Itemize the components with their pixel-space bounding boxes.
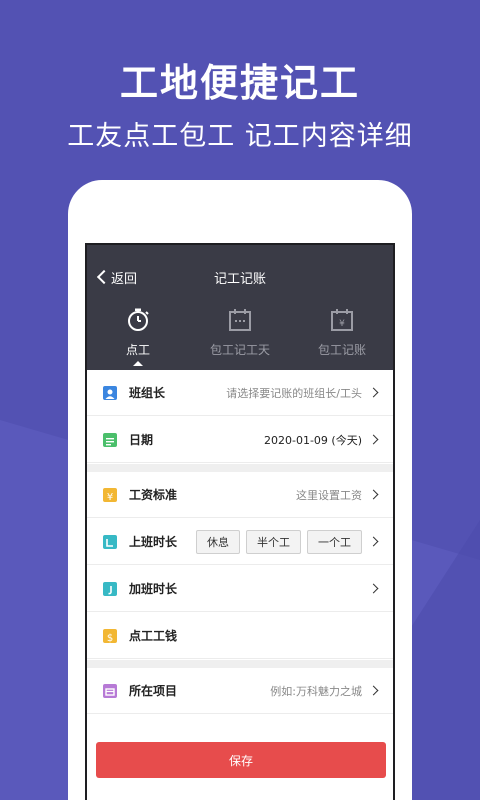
project-row[interactable]: 所在项目 例如:万科魅力之城 (87, 668, 393, 714)
section-divider (87, 464, 393, 472)
option-half-day[interactable]: 半个工 (246, 529, 301, 554)
folder-icon (103, 683, 117, 698)
option-rest[interactable]: 休息 (196, 529, 240, 554)
date-row[interactable]: 日期 2020-01-09 (今天) (87, 417, 393, 463)
overtime-icon (103, 581, 117, 596)
chevron-right-icon (368, 489, 379, 500)
calendar-list-icon (103, 432, 117, 447)
team-leader-value: 请选择要记账的班组长/工头 (226, 386, 362, 400)
date-value: 2020-01-09 (今天) (263, 433, 362, 447)
overtime-label: 加班时长 (129, 582, 178, 596)
svg-text:¥: ¥ (107, 492, 113, 503)
wage-standard-row[interactable]: ¥ 工资标准 这里设置工资 (87, 472, 393, 518)
option-full-day[interactable]: 一个工 (307, 529, 362, 554)
work-hours-row: 上班时长 休息 半个工 一个工 (87, 519, 393, 565)
team-leader-label: 班组长 (129, 386, 166, 400)
save-button[interactable]: 保存 (96, 742, 386, 778)
tab-contract-days[interactable]: 包工记工天 (189, 307, 291, 367)
tab-label: 包工记账 (317, 343, 366, 357)
tab-label: 包工记工天 (209, 343, 270, 357)
chevron-right-icon (368, 685, 379, 696)
chevron-right-icon[interactable] (368, 536, 379, 547)
work-hours-options: 休息 半个工 一个工 (177, 529, 362, 554)
wage-standard-label: 工资标准 (129, 488, 178, 502)
clock-icon (103, 534, 117, 549)
chevron-right-icon (368, 387, 379, 398)
tab-contract-bookkeeping[interactable]: ¥ 包工记账 (291, 307, 393, 367)
tab-label: 点工 (125, 343, 150, 357)
wage-standard-value: 这里设置工资 (296, 488, 362, 502)
svg-text:$: $ (107, 633, 113, 644)
project-label: 所在项目 (129, 684, 178, 698)
app-screen: 返回 记工记账 点工 包工记工天 ¥ 包工记账 班组长 请选择要记账的班组长/工… (85, 243, 395, 800)
calendar-icon (229, 309, 251, 331)
dollar-icon: $ (103, 628, 117, 644)
promo-subline: 工友点工包工 记工内容详细 (67, 121, 413, 152)
page-title: 记工记账 (213, 272, 266, 287)
chevron-right-icon (368, 434, 379, 445)
svg-text:¥: ¥ (339, 319, 345, 329)
promo-headline: 工地便捷记工 (119, 61, 360, 105)
person-icon (103, 385, 117, 400)
chevron-right-icon (368, 583, 379, 594)
stopwatch-icon (128, 308, 149, 331)
project-value: 例如:万科魅力之城 (270, 684, 362, 698)
pay-label: 点工工钱 (129, 629, 178, 643)
team-leader-row[interactable]: 班组长 请选择要记账的班组长/工头 (87, 370, 393, 416)
tab-day-work[interactable]: 点工 (87, 307, 189, 367)
pay-row[interactable]: $ 点工工钱 (87, 613, 393, 659)
overtime-row[interactable]: 加班时长 (87, 566, 393, 612)
calendar-yen-icon: ¥ (331, 309, 353, 331)
section-divider (87, 660, 393, 668)
work-hours-label: 上班时长 (129, 535, 178, 549)
app-header: 返回 记工记账 点工 包工记工天 ¥ 包工记账 (87, 245, 393, 370)
yen-icon: ¥ (103, 487, 117, 503)
date-label: 日期 (129, 433, 154, 447)
active-tab-caret (133, 361, 143, 366)
